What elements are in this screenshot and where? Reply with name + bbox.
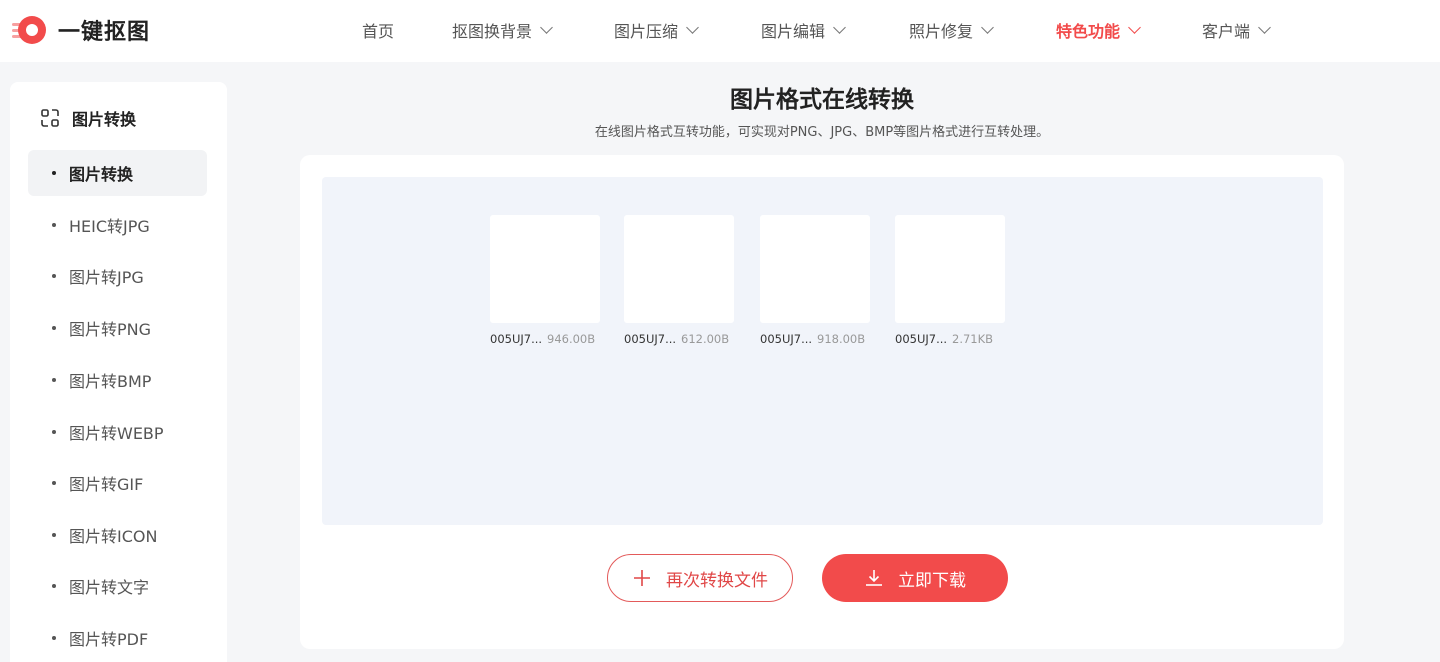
nav-item-edit[interactable]: 图片编辑 [761, 18, 846, 42]
logo-icon [12, 15, 46, 45]
file-size: 918.00B [817, 332, 866, 346]
nav-item-compress[interactable]: 图片压缩 [614, 18, 699, 42]
nav-item-repair[interactable]: 照片修复 [909, 18, 994, 42]
nav-item-features[interactable]: 特色功能 [1056, 18, 1141, 42]
chevron-down-icon [686, 21, 699, 34]
chevron-down-icon [540, 21, 553, 34]
sidebar-item-label: 图片转GIF [69, 475, 144, 494]
sidebar-item-to-png[interactable]: 图片转PNG [28, 305, 207, 351]
sidebar-item-label: 图片转PDF [69, 630, 149, 649]
file-name: 005UJ7... [624, 332, 677, 346]
file-name: 005UJ7... [895, 332, 948, 346]
nav-item-label: 抠图换背景 [452, 22, 533, 41]
nav-item-label: 图片编辑 [761, 22, 826, 41]
sidebar-item-to-icon[interactable]: 图片转ICON [28, 512, 207, 558]
chevron-down-icon [981, 21, 994, 34]
file-size: 946.00B [547, 332, 596, 346]
file-thumbnail [895, 215, 1005, 323]
reconvert-button[interactable]: 再次转换文件 [607, 554, 793, 602]
sidebar-item-image-convert[interactable]: 图片转换 [28, 150, 207, 196]
convert-icon [41, 109, 59, 127]
sidebar-item-label: 图片转BMP [69, 372, 152, 391]
bullet [52, 481, 56, 485]
sidebar-item-to-jpg[interactable]: 图片转JPG [28, 253, 207, 299]
sidebar-item-label: 图片转ICON [69, 527, 158, 546]
chevron-down-icon [1128, 21, 1141, 34]
file-name: 005UJ7... [490, 332, 543, 346]
nav-item-label: 特色功能 [1056, 22, 1121, 41]
download-button-label: 立即下载 [898, 570, 966, 591]
download-button[interactable]: 立即下载 [822, 554, 1008, 602]
bullet [52, 636, 56, 640]
nav-item-cutout[interactable]: 抠图换背景 [452, 18, 553, 42]
sidebar-item-to-gif[interactable]: 图片转GIF [28, 460, 207, 506]
sidebar-item-to-pdf[interactable]: 图片转PDF [28, 615, 207, 661]
chevron-down-icon [1258, 21, 1271, 34]
file-thumbnail [760, 215, 870, 323]
logo-text: 一键抠图 [58, 20, 151, 45]
file-item[interactable]: 005UJ7... 612.00B [624, 215, 736, 346]
nav-item-label: 客户端 [1202, 22, 1251, 41]
sidebar-item-to-webp[interactable]: 图片转WEBP [28, 409, 207, 455]
sidebar-item-heic-jpg[interactable]: HEIC转JPG [28, 202, 207, 248]
sidebar-header: 图片转换 [40, 106, 136, 130]
bullet [52, 223, 56, 227]
top-header: 一键抠图 首页 抠图换背景 图片压缩 图片编辑 照片修复 特色功能 客户端 [0, 0, 1440, 62]
file-thumbnail [490, 215, 600, 323]
sidebar-item-label: HEIC转JPG [69, 217, 150, 236]
sidebar-item-to-text[interactable]: 图片转文字 [28, 563, 207, 609]
logo[interactable]: 一键抠图 [12, 14, 150, 46]
sidebar-item-label: 图片转文字 [69, 578, 150, 597]
file-item[interactable]: 005UJ7... 918.00B [760, 215, 872, 346]
chevron-down-icon [833, 21, 846, 34]
sidebar-title: 图片转换 [72, 110, 137, 129]
file-thumbnail [624, 215, 734, 323]
download-icon [866, 570, 882, 586]
sidebar-item-label: 图片转WEBP [69, 424, 164, 443]
bullet [52, 274, 56, 278]
sidebar-item-to-bmp[interactable]: 图片转BMP [28, 357, 207, 403]
sidebar-item-label: 图片转PNG [69, 320, 152, 339]
file-size: 2.71KB [952, 332, 994, 346]
file-item[interactable]: 005UJ7... 2.71KB [895, 215, 1007, 346]
reconvert-button-label: 再次转换文件 [666, 570, 768, 591]
nav-item-label: 首页 [362, 22, 395, 41]
bullet [52, 378, 56, 382]
file-dropzone[interactable]: 005UJ7... 946.00B 005UJ7... 612.00B 005U… [322, 177, 1323, 525]
nav-item-home[interactable]: 首页 [362, 18, 394, 42]
page-title: 图片格式在线转换 [730, 87, 914, 113]
sidebar-item-label: 图片转换 [69, 165, 134, 184]
converter-card: 005UJ7... 946.00B 005UJ7... 612.00B 005U… [300, 155, 1344, 649]
nav-item-label: 图片压缩 [614, 22, 679, 41]
bullet [52, 171, 56, 175]
plus-icon [634, 570, 650, 586]
file-name: 005UJ7... [760, 332, 813, 346]
page-subtitle: 在线图片格式互转功能，可实现对PNG、JPG、BMP等图片格式进行互转处理。 [594, 125, 1050, 140]
bullet [52, 584, 56, 588]
bullet [52, 430, 56, 434]
file-size: 612.00B [681, 332, 730, 346]
file-item[interactable]: 005UJ7... 946.00B [490, 215, 602, 346]
bullet [52, 326, 56, 330]
sidebar-item-label: 图片转JPG [69, 268, 144, 287]
nav-item-client[interactable]: 客户端 [1202, 18, 1271, 42]
bullet [52, 533, 56, 537]
nav-item-label: 照片修复 [909, 22, 974, 41]
sidebar: 图片转换 图片转换 HEIC转JPG 图片转JPG 图片转PNG 图片转BMP … [10, 82, 227, 662]
